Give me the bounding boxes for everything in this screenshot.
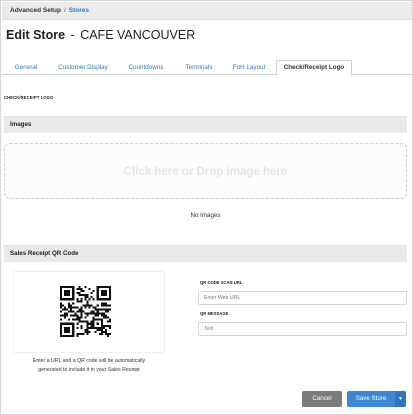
breadcrumb-stores[interactable]: Stores bbox=[69, 7, 89, 14]
qr-help-line-1: Enter a URL and a QR code will be automa… bbox=[32, 358, 146, 364]
qr-message-label: QR MESSAGE bbox=[200, 311, 229, 316]
page-title-dash: - bbox=[70, 28, 75, 42]
save-store-button[interactable]: Save Store bbox=[347, 391, 395, 407]
tab-customer-display[interactable]: Customer Display bbox=[57, 60, 109, 75]
breadcrumb-separator: / bbox=[63, 7, 66, 14]
check-receipt-logo-heading: CHECK/RECEIPT LOGO bbox=[4, 95, 54, 100]
tab-check-receipt-logo[interactable]: Check/Receipt Logo bbox=[276, 60, 352, 76]
page-title-prefix: Edit Store bbox=[6, 28, 66, 42]
qr-help-text: Enter a URL and a QR code will be automa… bbox=[13, 357, 165, 374]
breadcrumb: Advanced Setup / Stores bbox=[2, 2, 412, 20]
page-title: Edit Store - CAFE VANCOUVER bbox=[6, 28, 195, 42]
images-section-header: Images bbox=[4, 116, 407, 133]
tab-foh-layout[interactable]: FoH Layout bbox=[231, 60, 267, 75]
cancel-button[interactable]: Cancel bbox=[302, 391, 342, 407]
tab-general[interactable]: General bbox=[13, 60, 39, 75]
qr-url-label: QR CODE SCAN URL bbox=[200, 280, 243, 285]
qr-section-header: Sales Receipt QR Code bbox=[4, 245, 407, 262]
store-editor-panel: Advanced Setup / Stores Edit Store - CAFE … bbox=[0, 0, 413, 415]
tab-bar: General Customer Display Countdowns Term… bbox=[2, 60, 412, 76]
tab-countdowns[interactable]: Countdowns bbox=[126, 60, 166, 75]
save-options-button[interactable]: ▼ bbox=[395, 391, 406, 407]
breadcrumb-advanced-setup[interactable]: Advanced Setup bbox=[10, 7, 61, 14]
page-title-store-name: CAFE VANCOUVER bbox=[80, 28, 196, 42]
qr-message-input[interactable] bbox=[198, 322, 407, 336]
tab-terminals[interactable]: Terminals bbox=[182, 60, 216, 75]
caret-down-icon: ▼ bbox=[398, 396, 403, 402]
qr-help-line-2: generated to include it in your Sales Re… bbox=[38, 366, 140, 373]
qr-url-input[interactable] bbox=[198, 291, 407, 305]
no-images-text: No Images bbox=[190, 212, 221, 219]
qr-code-image bbox=[60, 286, 111, 337]
image-dropzone[interactable]: Click here or Drop image here bbox=[4, 143, 407, 199]
